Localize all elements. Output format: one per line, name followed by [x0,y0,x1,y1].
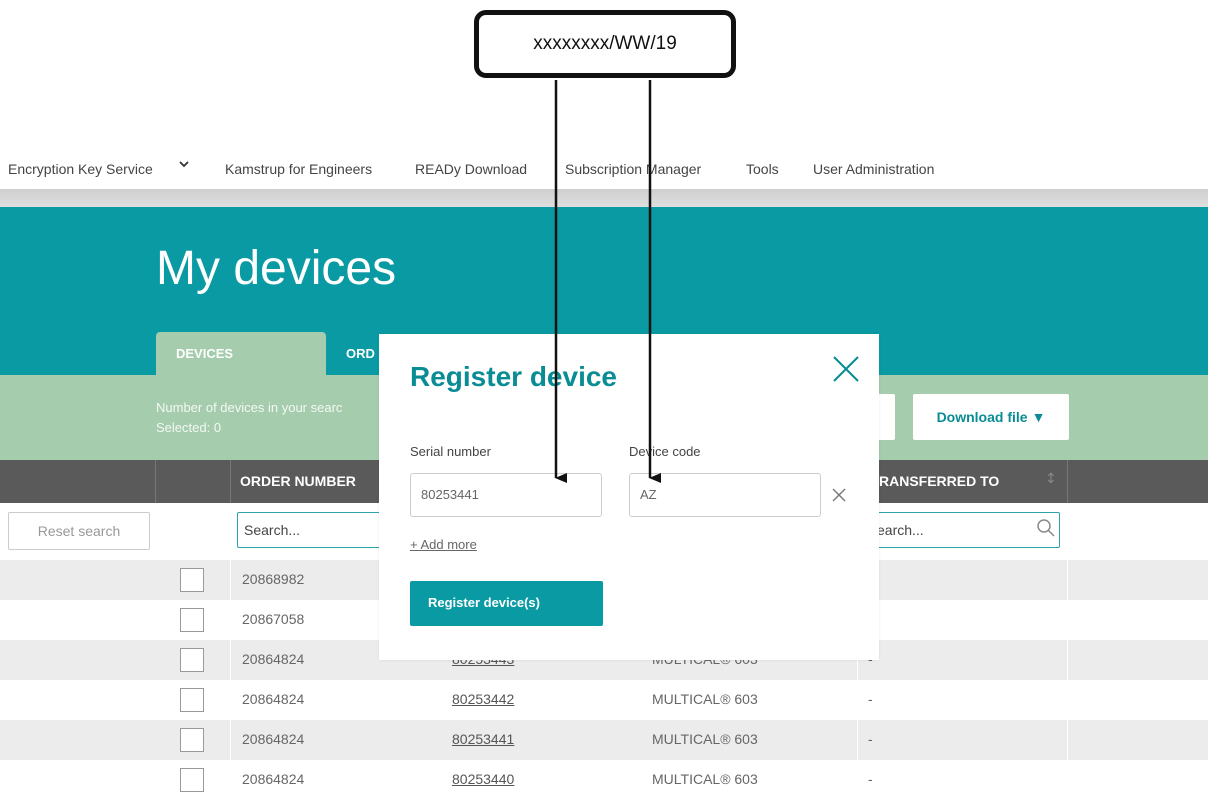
download-file-button[interactable]: Download file ▼ [913,394,1069,440]
add-more-link[interactable]: + Add more [410,537,477,552]
serial-number-link[interactable]: 80253442 [452,691,514,707]
row-checkbox[interactable] [180,688,204,712]
nav-item-user-administration[interactable]: User Administration [813,161,934,177]
nav-item-ready-download[interactable]: READy Download [415,161,527,177]
transferred-to-cell: - [868,731,873,747]
remove-row-icon[interactable] [830,486,848,504]
tab-orders[interactable]: ORD [326,332,386,375]
selected-count-text: Selected: 0 [156,420,222,435]
nav-item-kamstrup-for-engineers[interactable]: Kamstrup for Engineers [225,161,372,177]
order-number-cell: 20867058 [242,611,305,627]
order-number-cell: 20864824 [242,651,305,667]
serial-number-link[interactable]: 80253440 [452,771,514,787]
download-file-label: Download file [936,409,1028,425]
row-checkbox[interactable] [180,608,204,632]
table-row[interactable]: 20864824 80253441 MULTICAL® 603 - [0,720,1208,760]
device-count-text: Number of devices in your searc [156,400,343,415]
column-header-transferred-to[interactable]: RANSFERRED TO [879,473,999,489]
order-search-input[interactable]: Search... [237,512,387,548]
order-number-cell: 20868982 [242,571,305,587]
modal-title: Register device [410,361,617,392]
transferred-to-cell: - [868,771,873,787]
column-header-order-number[interactable]: ORDER NUMBER [240,473,356,489]
transferred-to-cell: - [868,691,873,707]
transferred-search-input[interactable]: earch... [862,512,1060,548]
top-navigation: Encryption Key Service Kamstrup for Engi… [0,150,1208,190]
order-number-cell: 20864824 [242,771,305,787]
product-cell: MULTICAL® 603 [652,691,758,707]
caret-down-icon: ▼ [1031,409,1046,425]
nav-item-encryption-key-service[interactable]: Encryption Key Service [8,161,153,177]
nav-divider [0,189,1208,207]
device-code-label: Device code [629,444,701,459]
device-code-field[interactable]: AZ [629,473,821,517]
serial-number-label: Serial number [410,444,491,459]
serial-number-link[interactable]: 80253441 [452,731,514,747]
row-checkbox[interactable] [180,568,204,592]
row-checkbox[interactable] [180,768,204,792]
nav-item-subscription-manager[interactable]: Subscription Manager [565,161,701,177]
tab-devices[interactable]: DEVICES [156,332,326,375]
serial-number-field[interactable]: 80253441 [410,473,602,517]
table-row[interactable]: 20864824 80253440 MULTICAL® 603 - [0,760,1208,800]
annotation-callout: xxxxxxxx/WW/19 [474,10,736,78]
order-number-cell: 20864824 [242,731,305,747]
table-row[interactable]: 20864824 80253442 MULTICAL® 603 - [0,680,1208,720]
product-cell: MULTICAL® 603 [652,731,758,747]
register-device-modal: Register device Serial number Device cod… [379,334,879,660]
nav-item-tools[interactable]: Tools [746,161,779,177]
row-checkbox[interactable] [180,728,204,752]
order-number-cell: 20864824 [242,691,305,707]
register-devices-button[interactable]: Register device(s) [410,581,603,626]
reset-search-button[interactable]: Reset search [8,512,150,550]
close-icon[interactable] [831,354,861,384]
chevron-down-icon[interactable] [178,158,190,174]
row-checkbox[interactable] [180,648,204,672]
sort-icon[interactable]: ↕ [1045,471,1057,487]
product-cell: MULTICAL® 603 [652,771,758,787]
page-title: My devices [156,242,397,295]
search-icon[interactable] [1036,518,1056,542]
